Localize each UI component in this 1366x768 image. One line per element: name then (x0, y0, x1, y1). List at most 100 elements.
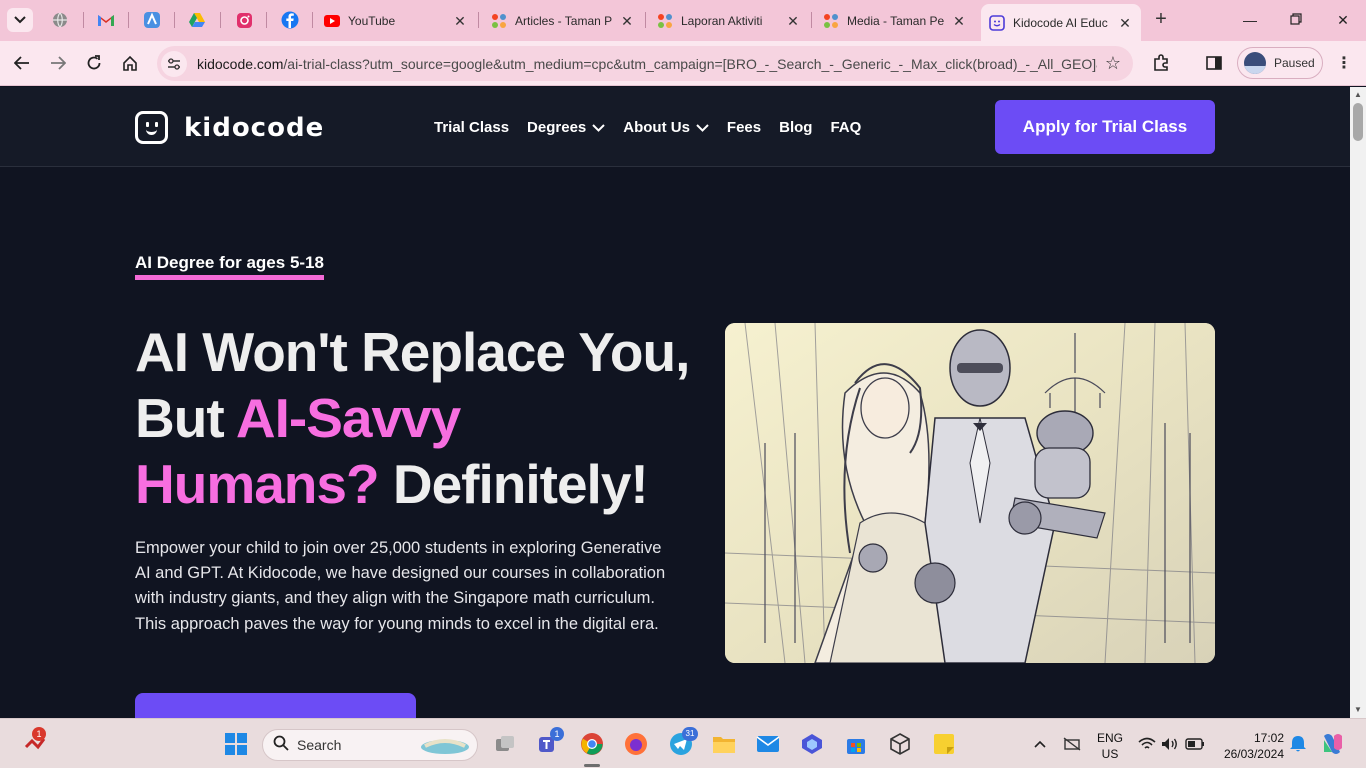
teams-badge: 1 (550, 727, 564, 741)
adaptive-icon (144, 12, 160, 28)
chrome-taskbar-icon[interactable] (579, 731, 605, 757)
alert-badge: 1 (32, 727, 46, 741)
chevron-down-icon (14, 16, 26, 24)
tab-laporan[interactable]: Laporan Aktiviti ✕ (649, 6, 809, 36)
side-panel-icon (1206, 56, 1222, 70)
close-icon[interactable]: ✕ (619, 13, 635, 29)
hero-illustration (725, 323, 1215, 663)
kidocode-icon (989, 14, 1005, 31)
pinned-tab-facebook[interactable] (279, 9, 301, 31)
nav-faq[interactable]: FAQ (830, 119, 861, 136)
site-logo[interactable]: kidocode (135, 111, 324, 144)
hero-cta-button[interactable] (135, 693, 416, 718)
profile-button[interactable]: Paused (1237, 47, 1323, 79)
close-icon[interactable]: ✕ (951, 13, 967, 29)
pinned-tab-drive[interactable] (186, 9, 208, 31)
notification-bell-icon[interactable] (1285, 731, 1311, 757)
main-menu: Trial Class Degrees About Us Fees Blog F… (434, 119, 879, 136)
pinned-tab-adaptive[interactable] (141, 9, 163, 31)
reload-button[interactable] (83, 52, 105, 74)
tab-kidocode[interactable]: Kidocode AI Educ ✕ (981, 4, 1141, 41)
arrow-left-icon (14, 56, 29, 70)
firefox-icon[interactable] (623, 731, 649, 757)
instagram-icon (236, 12, 252, 28)
apply-trial-button[interactable]: Apply for Trial Class (995, 100, 1215, 154)
more-menu-icon[interactable]: ⋮ (1333, 52, 1355, 74)
url-text: kidocode.com/ai-trial-class?utm_source=g… (197, 56, 1097, 72)
home-button[interactable] (119, 52, 141, 74)
windows-icon (225, 733, 247, 755)
battery-icon[interactable] (1182, 731, 1208, 757)
page-scrollbar[interactable]: ▲ ▼ (1350, 87, 1366, 718)
hero-eyebrow: AI Degree for ages 5-18 (135, 253, 324, 280)
restore-icon[interactable] (1286, 10, 1306, 30)
nav-about-us[interactable]: About Us (623, 119, 709, 136)
mail-icon[interactable] (755, 731, 781, 757)
extensions-button[interactable] (1150, 52, 1172, 74)
forward-button[interactable] (47, 52, 69, 74)
back-button[interactable] (11, 52, 33, 74)
new-tab-button[interactable]: + (1150, 9, 1172, 31)
tab-articles[interactable]: Articles - Taman P ✕ (483, 6, 643, 36)
address-bar[interactable]: kidocode.com/ai-trial-class?utm_source=g… (157, 46, 1133, 81)
site-header: kidocode Trial Class Degrees About Us Fe… (0, 87, 1350, 167)
url-domain: kidocode.com (197, 55, 284, 72)
joomla-icon (657, 13, 673, 29)
scroll-down-icon[interactable]: ▼ (1354, 705, 1362, 714)
reload-icon (87, 55, 101, 70)
scroll-up-icon[interactable]: ▲ (1354, 90, 1362, 99)
network-off-icon[interactable] (1059, 731, 1085, 757)
nav-degrees[interactable]: Degrees (527, 119, 605, 136)
start-button[interactable] (223, 731, 249, 757)
pinned-tab-gmail[interactable] (95, 9, 117, 31)
pinned-tab-instagram[interactable] (233, 9, 255, 31)
url-path: /ai-trial-class?utm_source=google&utm_me… (283, 55, 1097, 72)
tab-youtube[interactable]: YouTube ✕ (316, 6, 476, 36)
site-info-icon[interactable] (161, 50, 187, 77)
tab-title: Laporan Aktiviti (681, 14, 763, 28)
input-language[interactable]: ENG US (1092, 730, 1128, 762)
file-explorer-icon[interactable] (711, 731, 737, 757)
drive-icon (189, 13, 205, 27)
nav-blog[interactable]: Blog (779, 119, 812, 136)
home-icon (123, 55, 137, 71)
tab-search-button[interactable] (7, 8, 33, 32)
sticky-notes-icon[interactable] (931, 731, 957, 757)
close-icon[interactable]: ✕ (785, 13, 801, 29)
bookmark-star-icon[interactable]: ☆ (1105, 53, 1121, 74)
nav-fees[interactable]: Fees (727, 119, 761, 136)
tab-title: Kidocode AI Educ (1013, 15, 1108, 30)
task-view-icon[interactable] (492, 731, 518, 757)
hero-description: Empower your child to join over 25,000 s… (135, 539, 666, 633)
tab-title: YouTube (348, 14, 396, 28)
volume-icon[interactable] (1157, 731, 1183, 757)
joomla-icon (491, 13, 507, 29)
smiley-logo-icon (135, 111, 168, 144)
cube-app-icon[interactable] (887, 731, 913, 757)
close-icon[interactable]: ✕ (1117, 15, 1133, 31)
copilot-icon[interactable] (1320, 731, 1346, 757)
taskbar-search[interactable]: Search (262, 729, 478, 761)
copilot-app-icon[interactable] (799, 731, 825, 757)
scrollbar-thumb[interactable] (1353, 103, 1363, 141)
nav-trial-class[interactable]: Trial Class (434, 119, 509, 136)
side-panel-button[interactable] (1203, 52, 1225, 74)
avatar (1244, 52, 1266, 74)
profile-status: Paused (1274, 56, 1315, 70)
close-window-icon[interactable]: ✕ (1333, 10, 1353, 30)
chevron-up-icon[interactable] (1027, 731, 1053, 757)
clock[interactable]: 17:02 26/03/2024 (1212, 730, 1284, 762)
tab-media[interactable]: Media - Taman Pe ✕ (815, 6, 975, 36)
clock-date: 26/03/2024 (1223, 747, 1284, 761)
youtube-icon (324, 13, 340, 29)
pinned-tab-globe[interactable] (49, 9, 71, 31)
close-icon[interactable]: ✕ (452, 13, 468, 29)
search-highlight-icon (421, 739, 469, 754)
search-placeholder: Search (297, 737, 342, 753)
tab-title: Media - Taman Pe (847, 14, 945, 28)
store-icon[interactable] (843, 731, 869, 757)
web-page: kidocode Trial Class Degrees About Us Fe… (0, 87, 1350, 718)
minimize-icon[interactable]: — (1240, 10, 1260, 30)
active-indicator (584, 764, 600, 767)
chevron-down-icon (696, 121, 709, 135)
